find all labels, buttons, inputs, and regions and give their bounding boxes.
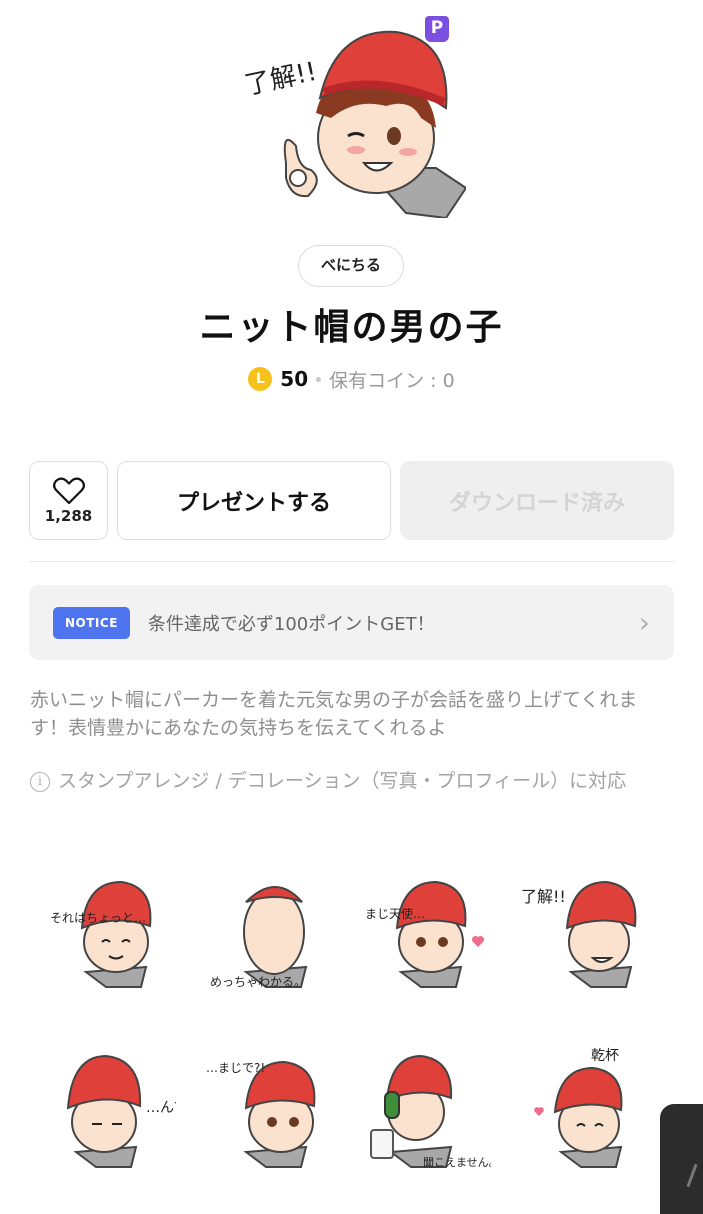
sticker-8[interactable]: 乾杯 (521, 1042, 651, 1172)
sticker-grid: それはちょっと… めっちゃわかる。 まじ天使… 了解!! …ん? …まじで?! (36, 852, 676, 1182)
edit-icon (686, 1163, 698, 1188)
divider (29, 561, 674, 562)
present-button[interactable]: プレゼントする (117, 461, 391, 540)
description: 赤いニット帽にパーカーを着た元気な男の子が会話を盛り上げてくれます！表情豊かにあ… (30, 689, 638, 739)
hero-sticker-text: 了解!! (242, 57, 320, 101)
sticker-1-text: それはちょっと… (50, 911, 146, 925)
feature-note: i スタンプアレンジ / デコレーション（写真・プロフィール）に対応 (30, 768, 675, 794)
sticker-1[interactable]: それはちょっと… (46, 862, 176, 992)
sticker-title: ニット帽の男の子 (199, 307, 504, 348)
sticker-3[interactable]: まじ天使… (361, 862, 491, 992)
like-button[interactable]: 1,288 (29, 461, 108, 540)
sticker-4-text: 了解!! (521, 887, 566, 906)
line-coin-icon: L (248, 367, 273, 391)
sticker-8-text: 乾杯 (591, 1048, 619, 1064)
creator-chip[interactable]: べにちる (298, 245, 404, 287)
sticker-3-text: まじ天使… (365, 906, 425, 921)
feature-note-text: スタンプアレンジ / デコレーション（写真・プロフィール）に対応 (58, 770, 627, 792)
downloaded-button[interactable]: ダウンロード済み (400, 461, 674, 540)
sticker-7-text: 聞こえません。 (423, 1156, 491, 1169)
sticker-5[interactable]: …ん? (46, 1042, 176, 1172)
sticker-6-text: …まじで?! (206, 1061, 265, 1075)
owned-coins: 保有コイン : 0 (329, 369, 455, 392)
floating-scroll-button[interactable] (660, 1104, 703, 1214)
like-count: 1,288 (44, 506, 93, 525)
info-icon: i (30, 772, 50, 792)
sticker-2-text: めっちゃわかる。 (210, 975, 306, 989)
sticker-6[interactable]: …まじで?! (206, 1042, 336, 1172)
price-row: L 50 保有コイン : 0 (0, 364, 703, 394)
separator-dot (316, 376, 322, 382)
main-sticker-image: 了解!! (242, 30, 466, 218)
sticker-5-text: …ん? (146, 1100, 176, 1116)
sticker-2[interactable]: めっちゃわかる。 (206, 862, 336, 992)
heart-icon (52, 477, 85, 504)
premium-badge: P (425, 16, 449, 42)
price-amount: 50 (280, 367, 309, 391)
sticker-4[interactable]: 了解!! (521, 862, 651, 992)
sticker-7[interactable]: 聞こえません。 (361, 1042, 491, 1172)
notice-text: 条件達成で必ず100ポイントGET！ (147, 613, 435, 635)
notice-banner[interactable]: NOTICE 条件達成で必ず100ポイントGET！ › (29, 585, 674, 660)
notice-badge: NOTICE (53, 606, 130, 639)
chevron-right-icon: › (638, 605, 650, 639)
